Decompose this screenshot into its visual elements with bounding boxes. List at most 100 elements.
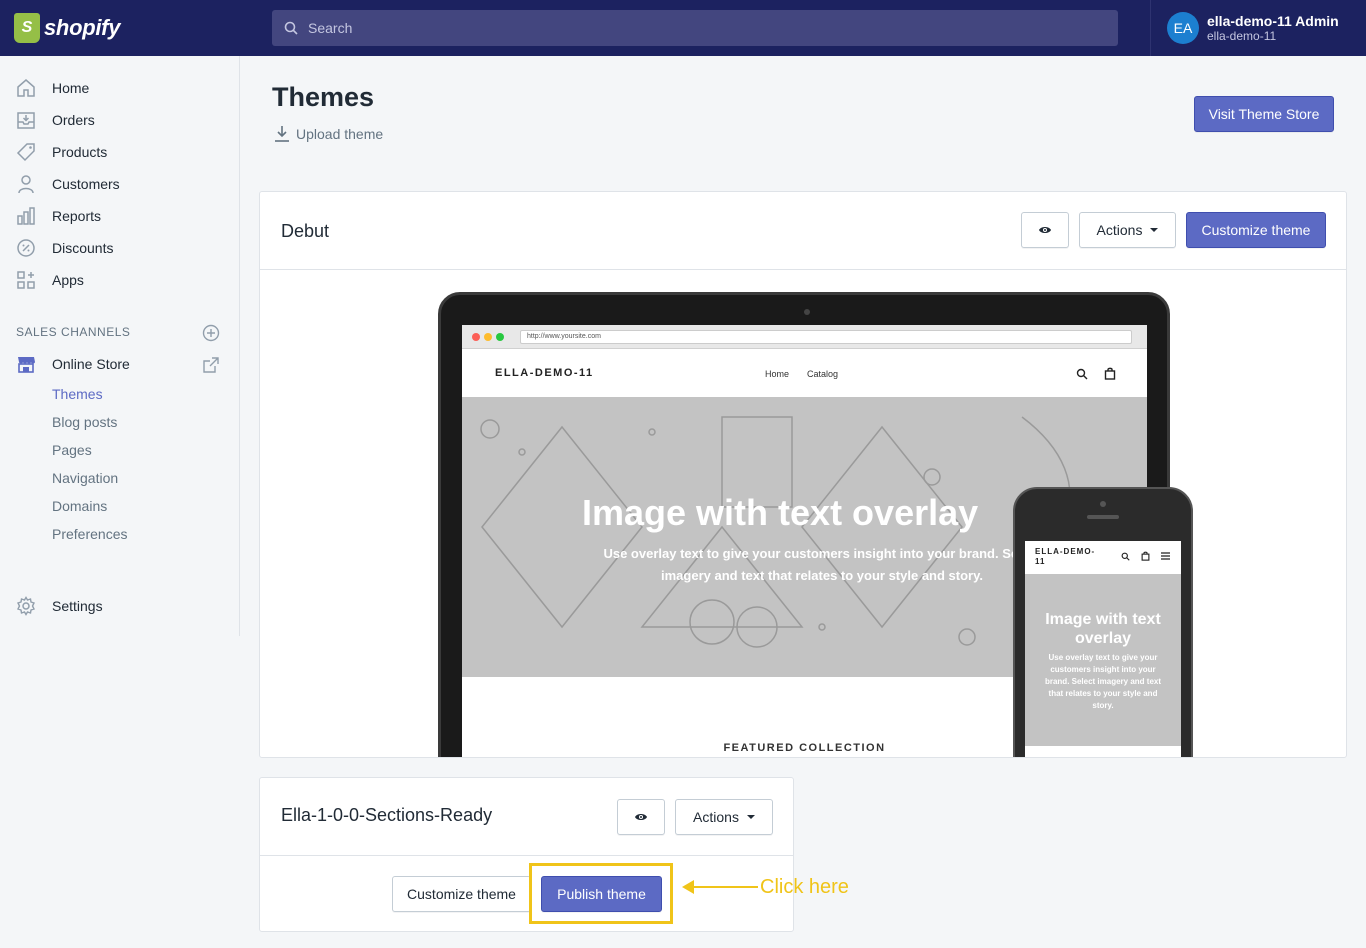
caret-down-icon xyxy=(746,815,755,819)
download-icon xyxy=(275,126,289,142)
sidebar-item-blog-posts[interactable]: Blog posts xyxy=(52,414,117,430)
brand-name: shopify xyxy=(44,15,121,40)
top-bar: shopify Search EA ella-demo-11 Admin ell… xyxy=(0,0,1366,56)
arrow-left-icon xyxy=(682,880,758,894)
tag-icon xyxy=(16,143,35,162)
sidebar: Home Orders Products Customers Reports D… xyxy=(0,56,240,636)
external-link-icon[interactable] xyxy=(202,356,220,374)
avatar: EA xyxy=(1167,12,1199,44)
shopify-bag-icon xyxy=(14,13,40,43)
person-icon xyxy=(18,175,34,194)
camera-icon xyxy=(804,309,810,315)
user-menu[interactable]: EA ella-demo-11 Admin ella-demo-11 xyxy=(1150,0,1366,56)
apps-icon xyxy=(17,271,35,289)
sidebar-item-label: Discounts xyxy=(52,240,114,256)
current-theme-card: Debut Actions Customize theme http://www… xyxy=(259,191,1347,758)
sidebar-item-label: Home xyxy=(52,80,90,96)
customize-theme-button[interactable]: Customize theme xyxy=(392,876,531,912)
caret-down-icon xyxy=(1150,228,1159,232)
other-theme-header: Ella-1-0-0-Sections-Ready Actions xyxy=(260,778,793,856)
hero-title: Image with text overlay xyxy=(582,492,979,533)
sidebar-item-pages[interactable]: Pages xyxy=(52,442,92,458)
visit-theme-store-button[interactable]: Visit Theme Store xyxy=(1194,96,1334,132)
search-placeholder: Search xyxy=(308,20,353,36)
upload-theme-label: Upload theme xyxy=(296,126,384,142)
phone-speaker xyxy=(1087,515,1119,519)
discount-icon xyxy=(17,239,35,257)
sidebar-item-reports[interactable]: Reports xyxy=(16,204,101,228)
phone-hero-banner: Image with text overlay Use overlay text… xyxy=(1025,574,1181,746)
browser-chrome: http://www.yoursite.com xyxy=(462,325,1147,349)
phone-screen: ELLA-DEMO-11 Image with text overlay Use… xyxy=(1025,541,1181,757)
search-input[interactable]: Search xyxy=(272,10,1118,46)
orders-icon xyxy=(17,112,35,129)
sidebar-item-label: Customers xyxy=(52,176,120,192)
hero-subtitle: Use overlay text to give your customers … xyxy=(603,546,1041,583)
sidebar-item-themes[interactable]: Themes xyxy=(52,386,103,402)
sales-channels-label: SALES CHANNELS xyxy=(16,325,131,339)
sidebar-item-online-store[interactable]: Online Store xyxy=(16,352,130,376)
phone-search-icon xyxy=(1121,552,1130,561)
eye-icon xyxy=(1039,227,1051,233)
sidebar-item-preferences[interactable]: Preferences xyxy=(52,526,127,542)
hamburger-icon xyxy=(1161,552,1170,560)
close-dot xyxy=(472,333,480,341)
site-name: ELLA-DEMO-11 xyxy=(495,367,594,379)
actions-button[interactable]: Actions xyxy=(675,799,773,835)
phone-site-name: ELLA-DEMO-11 xyxy=(1035,547,1096,566)
sidebar-item-home[interactable]: Home xyxy=(16,76,89,100)
site-nav-home: Home xyxy=(765,369,790,379)
home-icon xyxy=(17,79,35,97)
actions-button[interactable]: Actions xyxy=(1079,212,1176,248)
phone-hero-subtitle: Use overlay text to give your customers … xyxy=(1044,653,1162,710)
actions-label: Actions xyxy=(1096,222,1143,238)
upload-theme-link[interactable]: Upload theme xyxy=(274,125,383,143)
sidebar-item-apps[interactable]: Apps xyxy=(16,268,84,292)
customize-theme-button[interactable]: Customize theme xyxy=(1186,212,1326,248)
shopify-logo[interactable]: shopify xyxy=(0,0,240,56)
sidebar-item-customers[interactable]: Customers xyxy=(16,172,120,196)
other-theme-card: Ella-1-0-0-Sections-Ready Actions Custom… xyxy=(259,777,794,932)
search-icon xyxy=(284,21,298,35)
sidebar-item-discounts[interactable]: Discounts xyxy=(16,236,113,260)
current-theme-header: Debut Actions Customize theme xyxy=(260,192,1346,270)
sidebar-item-navigation[interactable]: Navigation xyxy=(52,470,118,486)
phone-hero-title: Image with text overlay xyxy=(1045,611,1161,647)
other-theme-name: Ella-1-0-0-Sections-Ready xyxy=(281,805,493,825)
current-theme-name: Debut xyxy=(281,221,330,241)
site-header: ELLA-DEMO-11 Home Catalog xyxy=(462,349,1147,397)
phone-cart-icon xyxy=(1141,551,1150,561)
preview-button[interactable] xyxy=(617,799,665,835)
minimize-dot xyxy=(484,333,492,341)
publish-highlight-box xyxy=(529,863,673,924)
eye-icon xyxy=(635,814,647,820)
user-name: ella-demo-11 Admin xyxy=(1207,13,1339,29)
sidebar-item-products[interactable]: Products xyxy=(16,140,107,164)
sidebar-item-label: Online Store xyxy=(52,356,130,372)
gear-icon xyxy=(17,596,35,616)
url-bar: http://www.yoursite.com xyxy=(520,330,1132,344)
phone-mockup: ELLA-DEMO-11 Image with text overlay Use… xyxy=(1013,487,1193,757)
phone-camera-icon xyxy=(1100,501,1106,507)
maximize-dot xyxy=(496,333,504,341)
sidebar-item-label: Products xyxy=(52,144,108,160)
actions-label: Actions xyxy=(693,809,739,825)
sidebar-item-label: Apps xyxy=(52,272,84,288)
sidebar-item-label: Reports xyxy=(52,208,102,224)
page-title: Themes xyxy=(272,82,375,112)
sidebar-item-settings[interactable]: Settings xyxy=(16,594,103,618)
cart-icon xyxy=(1104,367,1116,380)
store-name: ella-demo-11 xyxy=(1207,29,1277,43)
click-here-annotation: Click here xyxy=(760,876,849,898)
bar-chart-icon xyxy=(17,207,35,225)
sidebar-item-orders[interactable]: Orders xyxy=(16,108,95,132)
site-nav-catalog: Catalog xyxy=(807,369,839,379)
add-channel-icon[interactable] xyxy=(202,324,220,342)
store-icon xyxy=(18,357,35,373)
preview-button[interactable] xyxy=(1021,212,1069,248)
sidebar-item-label: Settings xyxy=(52,598,103,614)
theme-preview[interactable]: http://www.yoursite.com ELLA-DEMO-11 Hom… xyxy=(260,271,1346,757)
sidebar-item-domains[interactable]: Domains xyxy=(52,498,107,514)
search-icon xyxy=(1076,368,1088,380)
sidebar-item-label: Orders xyxy=(52,112,95,128)
